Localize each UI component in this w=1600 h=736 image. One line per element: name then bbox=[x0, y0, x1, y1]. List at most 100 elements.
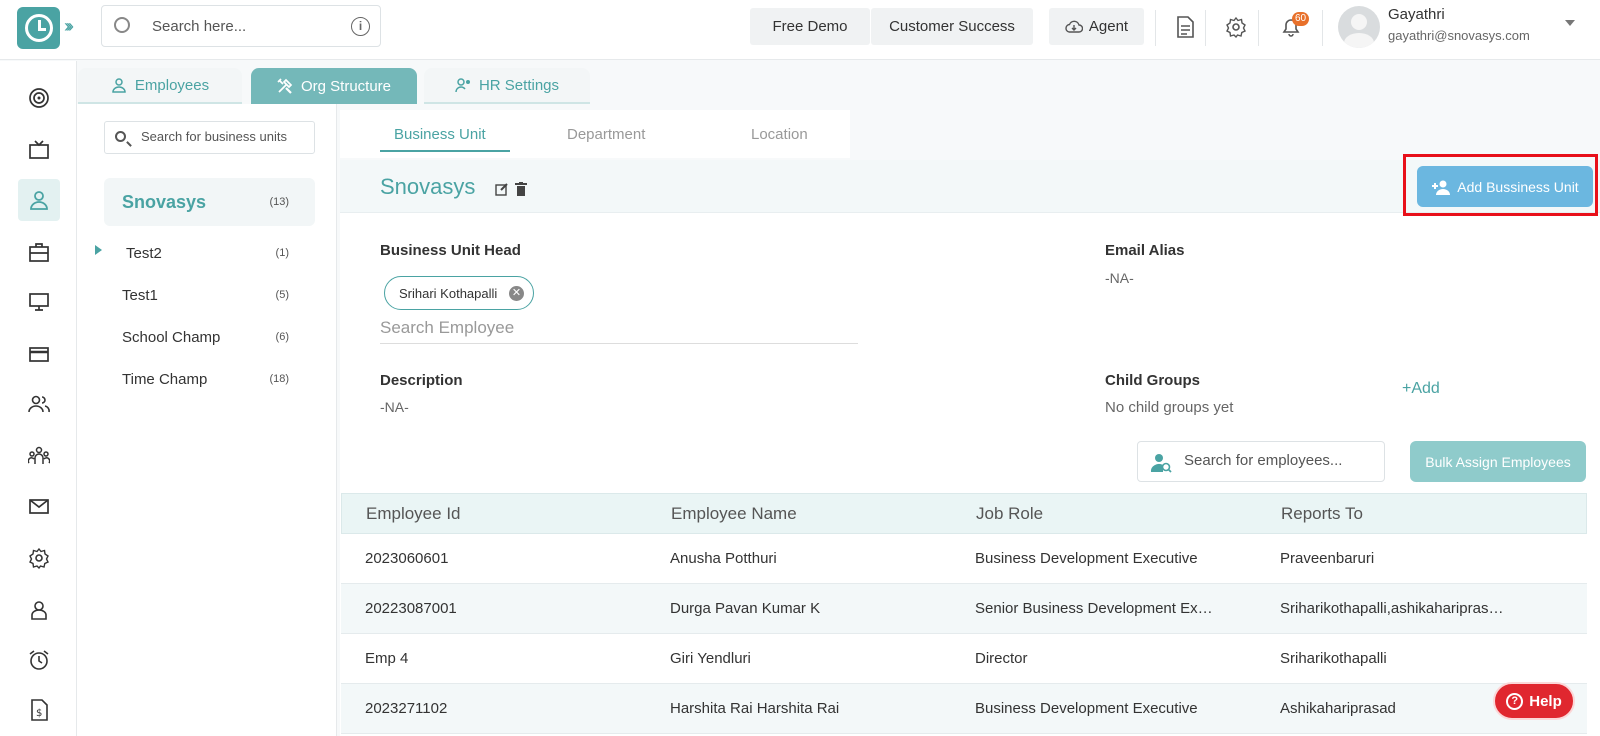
help-button[interactable]: ? Help bbox=[1493, 682, 1575, 720]
credit-card-icon[interactable] bbox=[18, 333, 60, 375]
bu-item-test2[interactable]: Test2 (1) bbox=[104, 229, 315, 277]
add-child-group-link[interactable]: +Add bbox=[1402, 380, 1440, 398]
edit-icon[interactable] bbox=[495, 182, 509, 196]
cell-employee-id: Emp 4 bbox=[365, 650, 409, 667]
email-alias-value: -NA- bbox=[1105, 270, 1134, 286]
bu-item-time-champ[interactable]: Time Champ (18) bbox=[104, 355, 315, 403]
search-employee-input[interactable] bbox=[380, 312, 858, 344]
remove-chip-icon[interactable]: ✕ bbox=[509, 286, 524, 301]
left-sidebar: $ bbox=[0, 61, 77, 736]
notification-count-badge: 60 bbox=[1292, 12, 1309, 26]
org-sub-tabs: Business Unit Department Location bbox=[340, 110, 850, 158]
svg-text:$: $ bbox=[36, 708, 42, 719]
users-icon[interactable] bbox=[18, 383, 60, 425]
tab-label: HR Settings bbox=[478, 76, 560, 94]
bu-title: Snovasys bbox=[380, 174, 476, 199]
briefcase-icon[interactable] bbox=[18, 231, 60, 273]
bu-name: Time Champ bbox=[122, 370, 208, 388]
cell-reports-to: Praveenbaruri bbox=[1280, 550, 1375, 567]
agent-button[interactable]: Agent bbox=[1049, 8, 1144, 45]
cell-employee-name: Harshita Rai Harshita Rai bbox=[670, 700, 840, 717]
cell-employee-id: 2023060601 bbox=[365, 550, 449, 567]
monitor-icon[interactable] bbox=[18, 281, 60, 323]
expand-sidebar-icon[interactable]: ››› bbox=[64, 16, 74, 37]
document-icon[interactable] bbox=[1172, 14, 1198, 40]
bu-item-snovasys[interactable]: Snovasys (13) bbox=[104, 178, 315, 226]
settings-icon[interactable] bbox=[18, 537, 60, 579]
top-header: ››› i Free Demo Customer Success Agent 6… bbox=[0, 0, 1600, 60]
cloud-download-icon bbox=[1065, 20, 1083, 33]
user-icon bbox=[112, 78, 126, 93]
cell-reports-to: Ashikahariprasad bbox=[1280, 700, 1396, 717]
tab-location[interactable]: Location bbox=[751, 126, 808, 143]
email-alias-label: Email Alias bbox=[1105, 242, 1185, 259]
divider bbox=[1155, 10, 1156, 46]
cell-reports-to: Sriharikothapalli bbox=[1280, 650, 1387, 667]
header-job-role[interactable]: Job Role bbox=[976, 504, 1221, 524]
active-tab-indicator bbox=[380, 150, 510, 152]
user-search-icon bbox=[1150, 454, 1172, 473]
business-unit-detail: Snovasys Add Bussiness Unit Business Uni… bbox=[340, 154, 1600, 736]
user-name: Gayathri bbox=[1388, 6, 1445, 23]
bu-item-test1[interactable]: Test1 (5) bbox=[104, 271, 315, 319]
header-employee-id[interactable]: Employee Id bbox=[366, 504, 646, 524]
bu-head-chip[interactable]: Srihari Kothapalli ✕ bbox=[384, 276, 534, 310]
free-demo-button[interactable]: Free Demo bbox=[750, 8, 870, 45]
team-icon[interactable] bbox=[18, 435, 60, 477]
user-menu-caret-icon[interactable] bbox=[1565, 20, 1575, 26]
agent-label: Agent bbox=[1088, 18, 1129, 35]
mail-icon[interactable] bbox=[18, 485, 60, 527]
tab-label: Org Structure bbox=[300, 77, 392, 95]
tab-department[interactable]: Department bbox=[567, 126, 645, 143]
table-row[interactable]: Emp 4 Giri Yendluri Director Sriharikoth… bbox=[341, 634, 1587, 684]
user-avatar[interactable] bbox=[1338, 6, 1380, 48]
tab-employees[interactable]: Employees bbox=[78, 68, 242, 104]
tab-org-structure[interactable]: Org Structure bbox=[251, 68, 417, 104]
search-employees bbox=[1137, 441, 1385, 482]
business-unit-panel: Snovasys (13) bbox=[77, 104, 337, 736]
user-email: gayathri@snovasys.com bbox=[1388, 28, 1530, 43]
cell-employee-name: Anusha Potthuri bbox=[670, 550, 777, 567]
invoice-icon[interactable]: $ bbox=[18, 689, 60, 731]
info-icon[interactable]: i bbox=[351, 17, 370, 36]
user-settings-icon bbox=[455, 78, 470, 93]
bulk-assign-employees-button[interactable]: Bulk Assign Employees bbox=[1410, 441, 1586, 482]
expand-arrow-icon[interactable] bbox=[95, 245, 102, 255]
profile-badge-icon[interactable] bbox=[18, 589, 60, 631]
divider bbox=[1258, 10, 1259, 46]
business-unit-search-input[interactable] bbox=[141, 129, 311, 144]
header-reports-to[interactable]: Reports To bbox=[1281, 504, 1506, 524]
table-row[interactable]: 20223087001 Durga Pavan Kumar K Senior B… bbox=[341, 584, 1587, 634]
table-row[interactable]: 2023060601 Anusha Potthuri Business Deve… bbox=[341, 534, 1587, 584]
bu-name: Test1 bbox=[122, 286, 158, 304]
alarm-clock-icon[interactable] bbox=[18, 639, 60, 681]
cell-reports-to: Sriharikothapalli,ashikahariprasad bbox=[1280, 600, 1505, 617]
bu-head-label: Business Unit Head bbox=[380, 242, 521, 259]
clock-icon bbox=[24, 14, 53, 42]
search-icon bbox=[114, 17, 130, 33]
description-value: -NA- bbox=[380, 399, 409, 415]
delete-icon[interactable] bbox=[515, 182, 527, 196]
dashboard-icon[interactable] bbox=[18, 77, 60, 119]
divider bbox=[1322, 10, 1323, 46]
business-unit-search bbox=[104, 121, 315, 154]
app-logo[interactable] bbox=[17, 7, 60, 49]
bu-item-school-champ[interactable]: School Champ (6) bbox=[104, 313, 315, 361]
child-groups-label: Child Groups bbox=[1105, 372, 1200, 389]
chip-label: Srihari Kothapalli bbox=[399, 285, 498, 301]
tv-icon[interactable] bbox=[18, 129, 60, 171]
tab-label: Employees bbox=[134, 76, 210, 94]
highlight-box bbox=[1403, 154, 1598, 216]
table-row[interactable]: 2023271102 Harshita Rai Harshita Rai Bus… bbox=[341, 684, 1587, 734]
tab-hr-settings[interactable]: HR Settings bbox=[424, 68, 590, 104]
header-employee-name[interactable]: Employee Name bbox=[671, 504, 951, 524]
settings-gear-icon[interactable] bbox=[1223, 14, 1249, 40]
search-employees-input[interactable] bbox=[1184, 452, 1374, 469]
tab-business-unit[interactable]: Business Unit bbox=[394, 126, 486, 143]
description-label: Description bbox=[380, 372, 463, 389]
user-icon[interactable] bbox=[18, 179, 60, 221]
help-label: Help bbox=[1529, 692, 1562, 710]
global-search-input[interactable] bbox=[152, 14, 332, 38]
bu-count: (1) bbox=[275, 247, 289, 259]
customer-success-button[interactable]: Customer Success bbox=[871, 8, 1033, 45]
